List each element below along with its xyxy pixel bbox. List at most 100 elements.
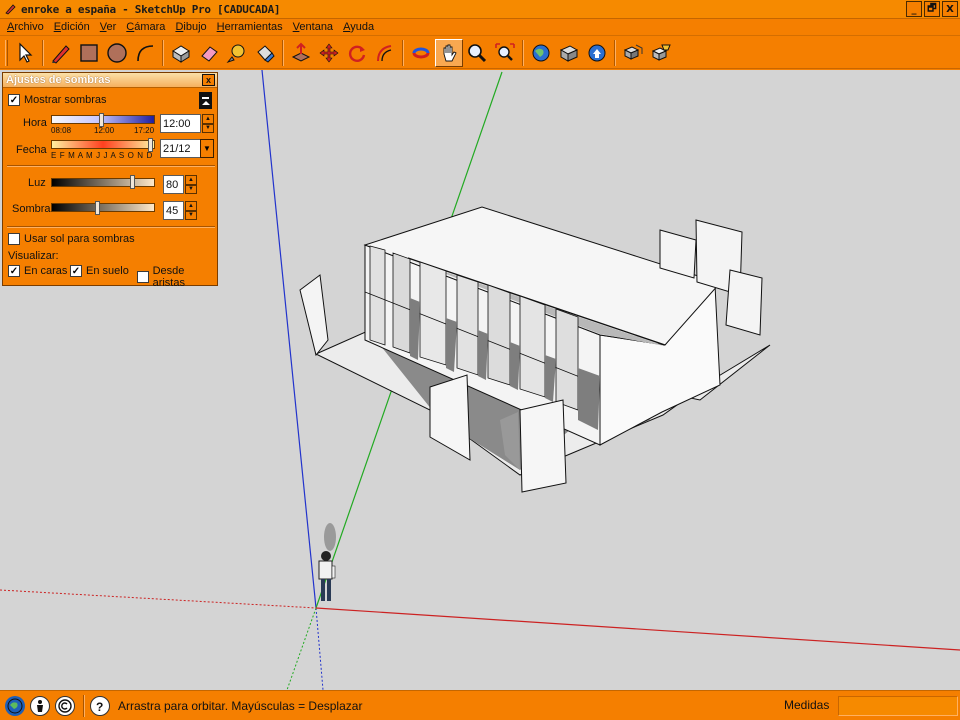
copyright-icon[interactable] [55, 695, 75, 716]
shadow-slider[interactable] [51, 203, 155, 212]
panel-divider [7, 226, 215, 228]
use-sun-label: Usar sol para sombras [24, 233, 135, 245]
get-models-button[interactable] [527, 39, 555, 67]
panel-header[interactable]: Ajustes de sombras x [3, 73, 217, 88]
light-spinner[interactable]: ▲ ▼ [185, 175, 197, 194]
menu-ayuda[interactable]: Ayuda [338, 21, 379, 33]
help-icon[interactable]: ? [90, 695, 110, 716]
minimize-button[interactable]: _ [906, 1, 922, 17]
menu-ver[interactable]: Ver [95, 21, 122, 33]
select-tool-button[interactable] [11, 39, 39, 67]
select-icon [19, 42, 33, 63]
move-tool-button[interactable] [315, 39, 343, 67]
components-icon [623, 44, 643, 60]
date-slider-thumb[interactable] [148, 138, 153, 152]
panel-collapse-button[interactable] [199, 92, 212, 109]
time-input[interactable]: 12:00 [160, 114, 201, 133]
on-faces-row[interactable]: ✓ En caras [8, 265, 67, 277]
time-slider-thumb[interactable] [99, 113, 104, 127]
toolbar-separator [522, 39, 524, 66]
circle-tool-button[interactable] [103, 39, 131, 67]
menu-ventana[interactable]: Ventana [288, 21, 338, 33]
shadow-spin-down[interactable]: ▼ [185, 210, 197, 220]
geo-location-icon[interactable] [5, 695, 25, 716]
date-slider[interactable] [51, 140, 155, 149]
light-spin-down[interactable]: ▼ [185, 184, 197, 194]
on-faces-checkbox[interactable]: ✓ [8, 265, 20, 277]
from-edges-row[interactable]: Desde aristas [137, 265, 217, 289]
toolbar-separator [162, 39, 164, 66]
menu-camara[interactable]: Cámara [121, 21, 170, 33]
share-model-button[interactable] [555, 39, 583, 67]
toolbar-separator [402, 39, 404, 66]
zoom-extents-button[interactable] [491, 39, 519, 67]
close-button[interactable]: X [942, 1, 958, 17]
toolbar-grip[interactable] [5, 39, 8, 66]
axis-red-negative [0, 589, 317, 609]
panel-close-button[interactable]: x [202, 74, 215, 86]
light-input[interactable]: 80 [163, 175, 184, 194]
toolbar-separator [282, 39, 284, 66]
credits-icon[interactable] [30, 695, 50, 716]
pan-tool-button[interactable] [435, 38, 463, 67]
from-edges-checkbox[interactable] [137, 271, 149, 283]
restore-button[interactable]: 🗗 [924, 1, 940, 17]
show-shadows-checkbox[interactable]: ✓ [8, 94, 20, 106]
time-spinner[interactable]: ▲ ▼ [202, 114, 214, 133]
toolbar-separator [614, 39, 616, 66]
panel-title: Ajustes de sombras [6, 74, 111, 86]
light-slider[interactable] [51, 178, 155, 187]
push-pull-button[interactable] [287, 39, 315, 67]
shadow-settings-panel: Ajustes de sombras x ✓ Mostrar sombras H… [2, 72, 218, 289]
from-edges-label: Desde aristas [152, 265, 185, 289]
tape-measure-button[interactable] [223, 39, 251, 67]
menu-edicion[interactable]: Edición [49, 21, 95, 33]
zoom-tool-button[interactable] [463, 39, 491, 67]
panel-left [299, 274, 329, 357]
measures-input[interactable] [838, 696, 958, 716]
menu-bar: Archivo Edición Ver Cámara Dibujo Herram… [0, 19, 960, 36]
paint-bucket-button[interactable] [251, 39, 279, 67]
date-input[interactable]: 21/12 [160, 139, 201, 158]
menu-herramientas[interactable]: Herramientas [212, 21, 288, 33]
light-slider-thumb[interactable] [130, 175, 135, 189]
shadow-spinner[interactable]: ▲ ▼ [185, 201, 197, 220]
rectangle-tool-button[interactable] [75, 39, 103, 67]
window-title: enroke a españa - SketchUp Pro [CADUCADA… [21, 2, 281, 16]
shadow-spin-up[interactable]: ▲ [185, 201, 197, 211]
upload-button[interactable] [583, 39, 611, 67]
on-ground-checkbox[interactable]: ✓ [70, 265, 82, 277]
main-toolbar [0, 37, 960, 69]
time-spin-down[interactable]: ▼ [202, 123, 214, 133]
light-label: Luz [28, 177, 46, 189]
styles-button[interactable] [647, 39, 675, 67]
make-component-button[interactable] [167, 39, 195, 67]
date-label: Fecha [16, 144, 47, 156]
menu-dibujo[interactable]: Dibujo [170, 21, 211, 33]
rotate-tool-button[interactable] [343, 39, 371, 67]
show-shadows-row[interactable]: ✓ Mostrar sombras [8, 94, 107, 106]
arc-tool-button[interactable] [131, 39, 159, 67]
pencil-tool-button[interactable] [47, 39, 75, 67]
light-spin-up[interactable]: ▲ [185, 175, 197, 185]
upload-icon [588, 44, 606, 61]
time-spin-up[interactable]: ▲ [202, 114, 214, 124]
on-ground-label: En suelo [86, 265, 129, 277]
orbit-tool-button[interactable] [407, 39, 435, 67]
menu-archivo[interactable]: Archivo [2, 21, 49, 33]
axis-blue-negative [315, 607, 324, 690]
toolbar-separator [42, 39, 44, 66]
offset-tool-button[interactable] [371, 39, 399, 67]
shadow-input[interactable]: 45 [163, 201, 184, 220]
eraser-tool-button[interactable] [195, 39, 223, 67]
use-sun-row[interactable]: Usar sol para sombras [8, 233, 135, 245]
shadow-label: Sombra [12, 203, 51, 215]
arc-icon [137, 44, 154, 61]
sketchup-app-icon [3, 2, 17, 16]
on-ground-row[interactable]: ✓ En suelo [70, 265, 129, 277]
shadow-slider-thumb[interactable] [95, 201, 100, 215]
date-dropdown-button[interactable]: ▼ [200, 139, 214, 158]
person-figure [318, 523, 336, 601]
components-button[interactable] [619, 39, 647, 67]
use-sun-checkbox[interactable] [8, 233, 20, 245]
